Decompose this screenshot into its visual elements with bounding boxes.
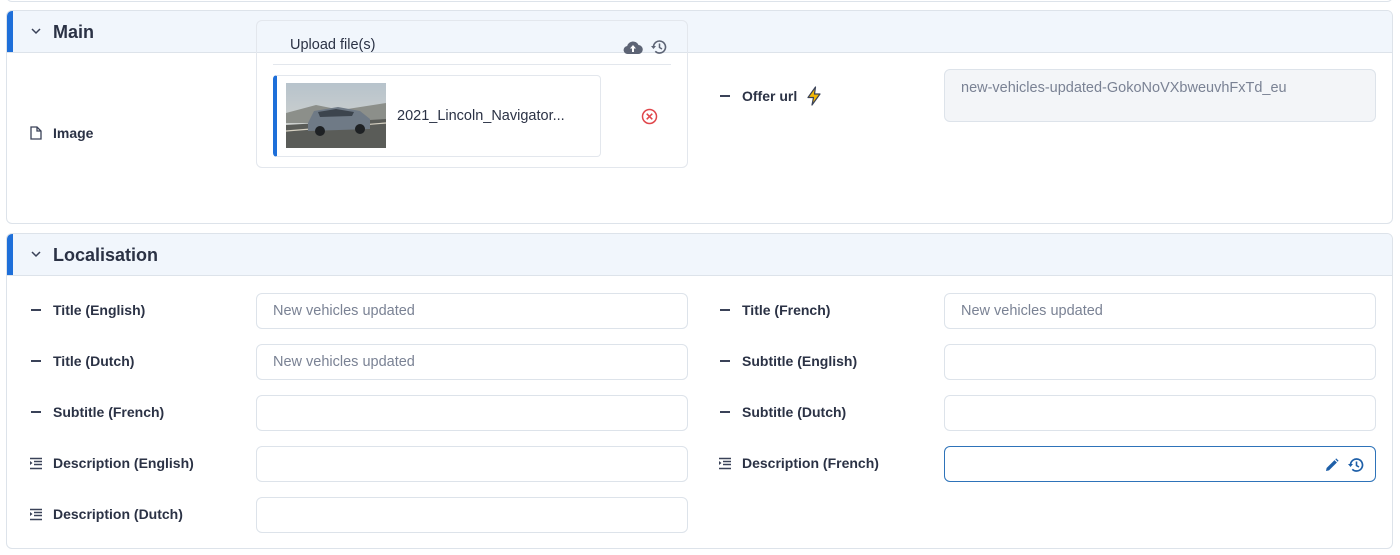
- main-panel: Main Image Upload file(s) 2021_Lincoln_N…: [6, 10, 1393, 224]
- dash-icon: [31, 309, 41, 311]
- description-french-label: Description (French): [718, 455, 879, 471]
- history-icon[interactable]: [650, 38, 668, 56]
- upload-button[interactable]: Upload file(s): [290, 37, 375, 53]
- text-indent-icon: [30, 508, 42, 520]
- bolt-icon: [807, 86, 821, 106]
- text-indent-icon: [30, 457, 42, 469]
- subtitle-french-input[interactable]: [256, 395, 688, 431]
- uploaded-file-item[interactable]: 2021_Lincoln_Navigator...: [273, 75, 601, 157]
- file-uploader: Upload file(s) 2021_Lincoln_Navigator...: [256, 20, 688, 168]
- offer-url-field-label: Offer url: [718, 86, 823, 106]
- pencil-icon[interactable]: [1324, 457, 1339, 473]
- subtitle-dutch-input[interactable]: [944, 395, 1376, 431]
- dash-icon: [720, 309, 730, 311]
- chevron-down-icon[interactable]: [29, 247, 43, 261]
- field-label-text: Subtitle (English): [742, 353, 858, 369]
- offer-url-input[interactable]: new-vehicles-updated-GokoNoVXbweuvhFxTd_…: [944, 69, 1376, 122]
- field-label-text: Description (English): [53, 455, 194, 471]
- field-label-text: Subtitle (Dutch): [742, 404, 847, 420]
- main-panel-header[interactable]: Main: [7, 11, 1392, 53]
- cloud-upload-icon[interactable]: [623, 39, 643, 55]
- text-indent-icon: [719, 457, 731, 469]
- description-french-input[interactable]: [944, 446, 1376, 482]
- field-label-text: Subtitle (French): [53, 404, 165, 420]
- previous-panel-edge: [6, 0, 1393, 2]
- description-dutch-label: Description (Dutch): [29, 506, 183, 522]
- description-dutch-input[interactable]: [256, 497, 688, 533]
- dash-icon: [720, 95, 730, 97]
- title-dutch-label: Title (Dutch): [29, 353, 134, 369]
- subtitle-dutch-label: Subtitle (Dutch): [718, 404, 846, 420]
- field-label-text: Description (Dutch): [53, 506, 183, 522]
- offer-url-label-text: Offer url: [742, 88, 798, 104]
- dash-icon: [720, 360, 730, 362]
- dash-icon: [720, 411, 730, 413]
- chevron-down-icon[interactable]: [29, 24, 43, 38]
- file-name: 2021_Lincoln_Navigator...: [397, 108, 565, 124]
- title-french-label: Title (French): [718, 302, 830, 318]
- subtitle-french-label: Subtitle (French): [29, 404, 164, 420]
- title-english-label: Title (English): [29, 302, 145, 318]
- localisation-panel-header[interactable]: Localisation: [7, 234, 1392, 276]
- dash-icon: [31, 360, 41, 362]
- remove-circle-icon[interactable]: [641, 108, 658, 125]
- image-field-label: Image: [29, 125, 93, 141]
- subtitle-english-input[interactable]: [944, 344, 1376, 380]
- title-dutch-input[interactable]: New vehicles updated: [256, 344, 688, 380]
- description-english-input[interactable]: [256, 446, 688, 482]
- field-label-text: Title (English): [53, 302, 146, 318]
- file-icon: [30, 126, 42, 140]
- main-panel-title: Main: [53, 22, 95, 42]
- panel-accent-bar: [7, 11, 13, 52]
- field-label-text: Title (French): [742, 302, 831, 318]
- subtitle-english-label: Subtitle (English): [718, 353, 857, 369]
- title-french-input[interactable]: New vehicles updated: [944, 293, 1376, 329]
- title-english-input[interactable]: New vehicles updated: [256, 293, 688, 329]
- input-actions: [1324, 456, 1365, 474]
- localisation-panel-title: Localisation: [53, 245, 159, 265]
- image-label-text: Image: [53, 125, 94, 141]
- description-english-label: Description (English): [29, 455, 194, 471]
- localisation-panel: Localisation Title (English) New vehicle…: [6, 233, 1393, 549]
- field-label-text: Title (Dutch): [53, 353, 135, 369]
- dash-icon: [31, 411, 41, 413]
- panel-accent-bar: [7, 234, 13, 275]
- file-thumbnail: [286, 83, 386, 148]
- history-icon[interactable]: [1347, 456, 1365, 474]
- uploader-divider: [273, 64, 671, 65]
- field-label-text: Description (French): [742, 455, 879, 471]
